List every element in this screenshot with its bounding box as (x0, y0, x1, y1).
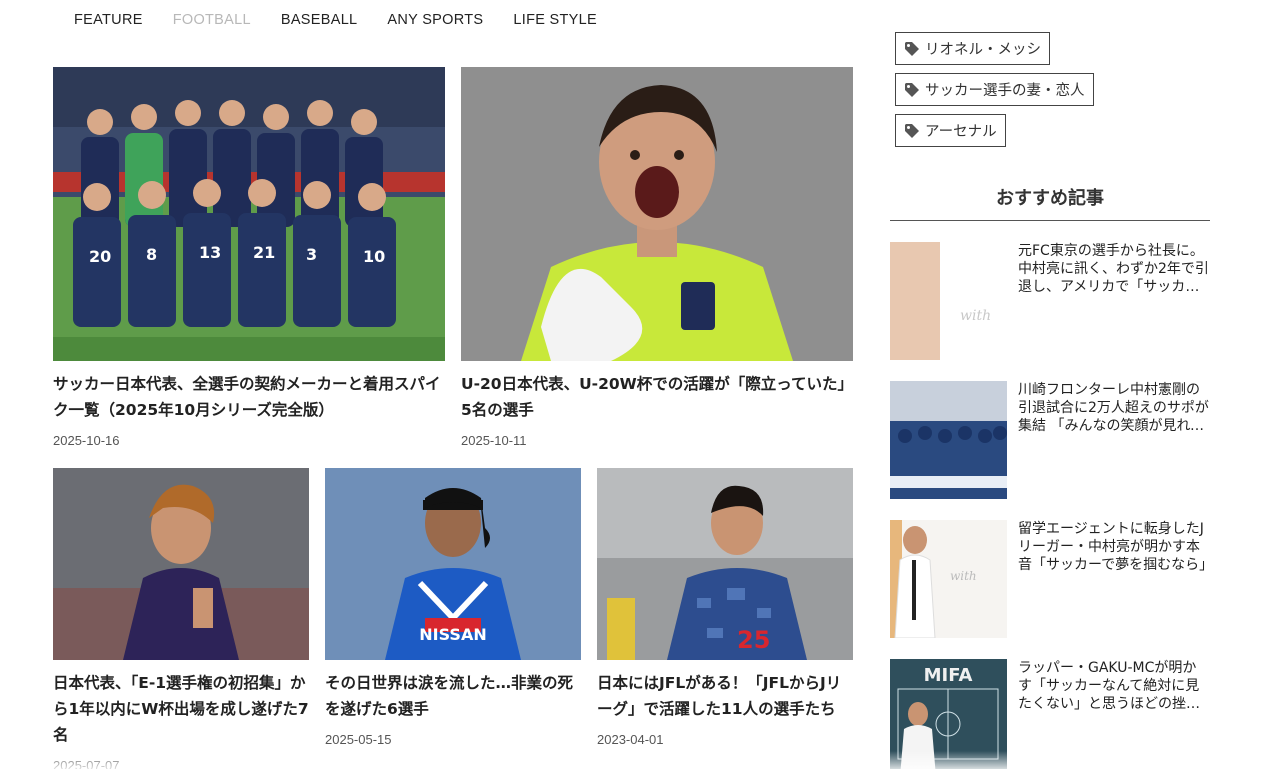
recommended-thumbnail[interactable]: with (890, 520, 1007, 638)
svg-text:13: 13 (199, 243, 221, 262)
recommended-item[interactable]: 川崎フロンターレ中村憲剛の引退試合に2万人超えのサポが集結 「みんなの笑顔が見れ… (890, 381, 1210, 499)
recommended-image (890, 381, 1007, 499)
nav-item-football[interactable]: FOOTBALL (173, 0, 251, 40)
recommended-title[interactable]: 留学エージェントに転身したJリーガー・中村亮が明かす本音「サッカーで夢を掴むなら… (1018, 520, 1210, 574)
article-thumbnail-e1-player[interactable] (53, 468, 309, 660)
svg-text:20: 20 (89, 247, 111, 266)
top-nav: FEATURE FOOTBALL BASEBALL ANY SPORTS LIF… (0, 0, 627, 40)
nav-item-life-style[interactable]: LIFE STYLE (513, 0, 597, 40)
article-card[interactable]: 25 日本にはJFLがある！「JFLからJリーグ」で活躍した11人の選手たち 2… (597, 468, 853, 747)
team-photo-image: 20 8 13 21 3 10 (53, 67, 445, 361)
tag-label: リオネル・メッシ (925, 42, 1041, 58)
svg-text:NISSAN: NISSAN (419, 625, 486, 644)
e1-player-photo-image (53, 468, 309, 660)
nav-item-feature[interactable]: FEATURE (74, 0, 143, 40)
tag-icon (905, 41, 919, 56)
article-date: 2025-10-11 (461, 433, 527, 448)
recommended-item[interactable]: with 元FC東京の選手から社長に。中村亮に訊く、わずか2年で引退し、アメリカ… (890, 242, 1210, 360)
article-date: 2025-05-15 (325, 732, 392, 747)
recommended-item[interactable]: MIFA ラッパー・GAKU-MCが明かす「サッカーなんて絶対に見たくない」と思… (890, 659, 1210, 769)
article-card[interactable]: 日本代表、「E-1選手権の初招集」から1年以内にW杯出場を成し遂げた7名 202… (53, 468, 309, 769)
recommended-image: with (890, 520, 1007, 638)
tag-wives-girlfriends[interactable]: サッカー選手の妻・恋人 (895, 73, 1094, 106)
recommended-item[interactable]: with 留学エージェントに転身したJリーガー・中村亮が明かす本音「サッカーで夢… (890, 520, 1210, 638)
yokohama-player-photo-image: NISSAN (325, 468, 581, 660)
tag-messi[interactable]: リオネル・メッシ (895, 32, 1050, 65)
svg-text:MIFA: MIFA (924, 665, 973, 686)
tag-arsenal[interactable]: アーセナル (895, 114, 1006, 147)
article-title[interactable]: 日本にはJFLがある！「JFLからJリーグ」で活躍した11人の選手たち (597, 670, 853, 722)
recommended-image: MIFA (890, 659, 1007, 769)
article-title[interactable]: サッカー日本代表、全選手の契約メーカーと着用スパイク一覧（2025年10月シリー… (53, 371, 445, 423)
article-title[interactable]: 日本代表、「E-1選手権の初招集」から1年以内にW杯出場を成し遂げた7名 (53, 670, 309, 748)
goalkeeper-photo-image (461, 67, 853, 361)
recommended-thumbnail[interactable]: MIFA (890, 659, 1007, 769)
tag-icon (905, 123, 919, 138)
article-card[interactable]: 20 8 13 21 3 10 サッカー日本代表、全選手の契約メーカーと着用スパイク一覧… (53, 67, 445, 448)
article-date: 2025-07-07 (53, 758, 120, 769)
svg-text:21: 21 (253, 243, 275, 262)
tag-label: アーセナル (925, 124, 997, 140)
jfl-player-photo-image: 25 (597, 468, 853, 660)
svg-text:with: with (950, 569, 977, 583)
tag-icon (905, 82, 919, 97)
recommended-heading: おすすめ記事 (890, 184, 1210, 221)
svg-text:10: 10 (363, 247, 385, 266)
recommended-thumbnail[interactable]: with (890, 242, 1007, 360)
recommended-title[interactable]: 川崎フロンターレ中村憲剛の引退試合に2万人超えのサポが集結 「みんなの笑顔が見れ… (1018, 381, 1210, 435)
svg-text:with: with (960, 308, 991, 324)
svg-text:3: 3 (306, 245, 317, 264)
recommended-image: with (890, 242, 1007, 360)
article-date: 2025-10-16 (53, 433, 120, 448)
article-thumbnail-japan-team[interactable]: 20 8 13 21 3 10 (53, 67, 445, 361)
article-thumbnail-u20-goalkeeper[interactable] (461, 67, 853, 361)
article-title[interactable]: U-20日本代表、U-20W杯での活躍が「際立っていた」5名の選手 (461, 371, 853, 423)
article-thumbnail-yokohama-player[interactable]: NISSAN (325, 468, 581, 660)
svg-text:25: 25 (737, 626, 770, 654)
recommended-thumbnail[interactable] (890, 381, 1007, 499)
article-card[interactable]: U-20日本代表、U-20W杯での活躍が「際立っていた」5名の選手 2025-1… (461, 67, 853, 448)
article-thumbnail-jfl-player[interactable]: 25 (597, 468, 853, 660)
svg-text:8: 8 (146, 245, 157, 264)
article-title[interactable]: その日世界は涙を流した…非業の死を遂げた6選手 (325, 670, 581, 722)
article-date: 2023-04-01 (597, 732, 664, 747)
tag-label: サッカー選手の妻・恋人 (925, 83, 1085, 99)
nav-item-any-sports[interactable]: ANY SPORTS (387, 0, 483, 40)
recommended-title[interactable]: ラッパー・GAKU-MCが明かす「サッカーなんて絶対に見たくない」と思うほどの挫… (1018, 659, 1210, 713)
article-card[interactable]: NISSAN その日世界は涙を流した…非業の死を遂げた6選手 2025-05-1… (325, 468, 581, 747)
recommended-title[interactable]: 元FC東京の選手から社長に。中村亮に訊く、わずか2年で引退し、アメリカで「サッカ… (1018, 242, 1210, 296)
nav-item-baseball[interactable]: BASEBALL (281, 0, 358, 40)
